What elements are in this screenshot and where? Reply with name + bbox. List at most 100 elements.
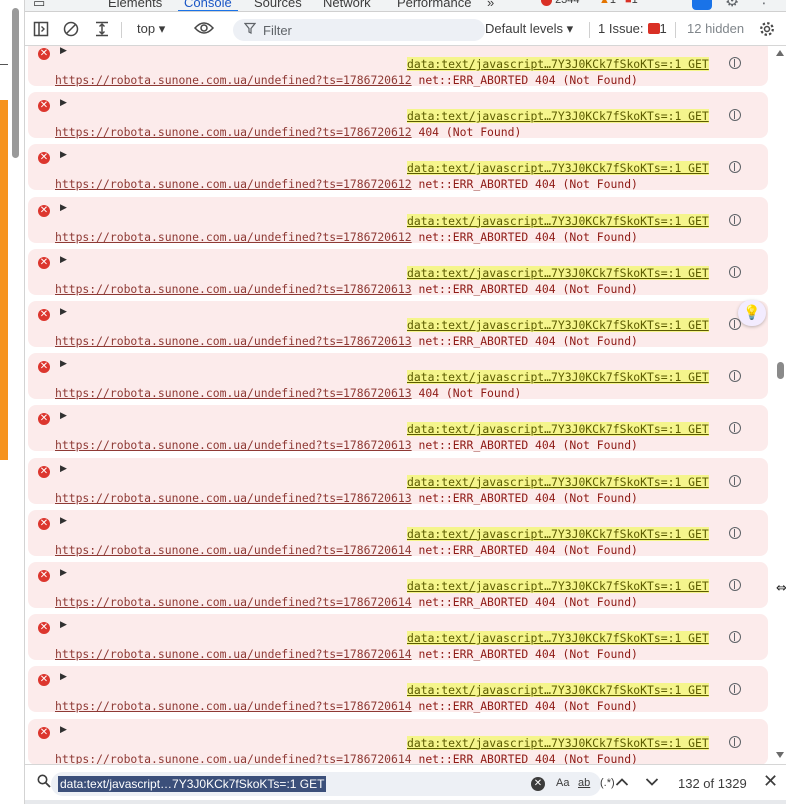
expand-arrow-icon[interactable]: ▶ — [60, 98, 67, 108]
console-error-message[interactable]: ✕ ▶ data:text/javascript…7Y3J0KCk7fSkoKTs=… — [28, 353, 768, 400]
network-request-icon[interactable] — [729, 57, 741, 69]
request-url-link[interactable]: https://robota.sunone.com.ua/undefined?t… — [55, 699, 412, 713]
messages-scrollbar[interactable] — [775, 46, 786, 764]
console-error-message[interactable]: ✕ ▶ data:text/javascript…7Y3J0KCk7fSkoKTs=… — [28, 301, 768, 348]
network-request-icon[interactable] — [729, 526, 741, 539]
expand-arrow-icon[interactable]: ▶ — [60, 464, 67, 474]
console-error-message[interactable]: ✕ ▶ data:text/javascript…7Y3J0KCk7fSkoKTs=… — [28, 46, 768, 87]
search-input[interactable]: data:text/javascript…7Y3J0KCk7fSkoKTs=:1… — [51, 772, 615, 796]
network-request-icon[interactable] — [729, 265, 741, 278]
expand-arrow-icon[interactable]: ▶ — [60, 255, 67, 265]
issue-counter[interactable]: ■1 — [625, 0, 638, 6]
request-url-link[interactable]: https://robota.sunone.com.ua/undefined?t… — [55, 752, 412, 764]
message-source-link[interactable]: data:text/javascript…7Y3J0KCk7fSkoKTs=:1… — [407, 109, 709, 124]
expand-arrow-icon[interactable]: ▶ — [60, 725, 67, 735]
message-source-link[interactable]: data:text/javascript…7Y3J0KCk7fSkoKTs=:1… — [407, 318, 709, 332]
network-request-icon[interactable] — [729, 213, 741, 226]
expand-arrow-icon[interactable]: ▶ — [60, 359, 67, 369]
request-url-link[interactable]: https://robota.sunone.com.ua/undefined?t… — [55, 334, 412, 348]
network-request-icon[interactable] — [729, 370, 741, 383]
message-source-link[interactable]: data:text/javascript…7Y3J0KCk7fSkoKTs=:1… — [407, 683, 709, 698]
expand-arrow-icon[interactable]: ▶ — [60, 568, 67, 578]
tab-sources[interactable]: Sources — [254, 0, 302, 10]
regex-button[interactable]: (.*) — [600, 777, 615, 789]
request-url-link[interactable]: https://robota.sunone.com.ua/undefined?t… — [55, 438, 412, 452]
tab-network[interactable]: Network — [323, 0, 371, 10]
error-counter[interactable]: 2344 — [541, 0, 580, 6]
message-source-link[interactable]: data:text/javascript…7Y3J0KCk7fSkoKTs=:1… — [407, 265, 709, 280]
issues-button[interactable]: 1 Issue: 1 — [598, 21, 667, 36]
request-url-link[interactable]: https://robota.sunone.com.ua/undefined?t… — [55, 647, 412, 661]
expand-arrow-icon[interactable]: ▶ — [60, 203, 67, 213]
console-error-message[interactable]: ✕ ▶ data:text/javascript…7Y3J0KCk7fSkoKTs=… — [28, 248, 768, 296]
next-match-icon[interactable] — [645, 772, 659, 791]
console-error-message[interactable]: ✕ ▶ data:text/javascript…7Y3J0KCk7fSkoKTs=… — [28, 457, 768, 505]
match-case-button[interactable]: Aa — [556, 777, 569, 789]
context-selector[interactable]: top ▾ — [137, 21, 165, 37]
eye-icon[interactable] — [193, 21, 215, 39]
scroll-down-arrow-icon[interactable] — [776, 752, 784, 758]
console-error-message[interactable]: ✕ ▶ data:text/javascript…7Y3J0KCk7fSkoKTs=… — [28, 509, 768, 557]
scrollbar-thumb[interactable] — [777, 362, 784, 379]
more-tabs-icon[interactable]: » — [487, 0, 494, 10]
message-source-link[interactable]: data:text/javascript…7Y3J0KCk7fSkoKTs=:1… — [407, 735, 709, 750]
console-error-message[interactable]: ✕ ▶ data:text/javascript…7Y3J0KCk7fSkoKTs=… — [28, 92, 768, 139]
network-request-icon[interactable] — [729, 631, 741, 644]
message-source-link[interactable]: data:text/javascript…7Y3J0KCk7fSkoKTs=:1… — [407, 474, 709, 489]
expand-arrow-icon[interactable]: ▶ — [60, 411, 67, 421]
request-url-link[interactable]: https://robota.sunone.com.ua/undefined?t… — [55, 595, 412, 609]
network-request-icon[interactable] — [729, 422, 741, 435]
request-url-link[interactable]: https://robota.sunone.com.ua/undefined?t… — [55, 543, 412, 557]
message-source-link[interactable]: data:text/javascript…7Y3J0KCk7fSkoKTs=:1… — [407, 57, 709, 71]
scroll-up-arrow-icon[interactable] — [776, 50, 784, 56]
settings-gear-icon[interactable]: ⚙ — [725, 0, 739, 10]
message-source-link[interactable]: data:text/javascript…7Y3J0KCk7fSkoKTs=:1… — [407, 161, 709, 176]
console-error-message[interactable]: ✕ ▶ data:text/javascript…7Y3J0KCk7fSkoKTs=… — [28, 144, 768, 191]
message-source-link[interactable]: data:text/javascript…7Y3J0KCk7fSkoKTs=:1… — [407, 579, 709, 593]
chat-icon[interactable] — [692, 0, 712, 10]
close-search-icon[interactable]: ✕ — [763, 771, 778, 792]
expand-arrow-icon[interactable]: ▶ — [60, 150, 67, 160]
console-error-message[interactable]: ✕ ▶ data:text/javascript…7Y3J0KCk7fSkoKTs=… — [28, 562, 768, 609]
console-error-message[interactable]: ✕ ▶ data:text/javascript…7Y3J0KCk7fSkoKTs=… — [28, 405, 768, 452]
network-request-icon[interactable] — [729, 735, 741, 748]
more-options-icon[interactable]: ⋮ — [757, 0, 771, 7]
request-url-link[interactable]: https://robota.sunone.com.ua/undefined?t… — [55, 282, 412, 296]
network-request-icon[interactable] — [729, 109, 741, 122]
filter-box[interactable] — [233, 19, 485, 41]
message-source-link[interactable]: data:text/javascript…7Y3J0KCk7fSkoKTs=:1… — [407, 526, 709, 541]
network-request-icon[interactable] — [729, 161, 741, 174]
message-source-link[interactable]: data:text/javascript…7Y3J0KCk7fSkoKTs=:1… — [407, 631, 709, 646]
message-source-link[interactable]: data:text/javascript…7Y3J0KCk7fSkoKTs=:1… — [407, 422, 709, 437]
console-settings-gear-icon[interactable] — [758, 21, 776, 39]
page-scrollbar[interactable] — [12, 8, 19, 158]
console-messages[interactable]: ✕ ▶ data:text/javascript…7Y3J0KCk7fSkoKTs=… — [25, 46, 786, 764]
request-url-link[interactable]: https://robota.sunone.com.ua/undefined?t… — [55, 73, 412, 87]
sidebar-toggle-icon[interactable] — [32, 21, 50, 39]
network-request-icon[interactable] — [729, 579, 741, 591]
message-source-link[interactable]: data:text/javascript…7Y3J0KCk7fSkoKTs=:1… — [407, 213, 709, 228]
request-url-link[interactable]: https://robota.sunone.com.ua/undefined?t… — [55, 230, 412, 244]
console-error-message[interactable]: ✕ ▶ data:text/javascript…7Y3J0KCk7fSkoKTs=… — [28, 666, 768, 713]
tab-performance[interactable]: Performance — [397, 0, 471, 10]
expand-arrow-icon[interactable]: ▶ — [60, 672, 67, 682]
clear-search-icon[interactable]: ✕ — [531, 777, 545, 791]
request-url-link[interactable]: https://robota.sunone.com.ua/undefined?t… — [55, 177, 412, 191]
request-url-link[interactable]: https://robota.sunone.com.ua/undefined?t… — [55, 386, 412, 400]
network-request-icon[interactable] — [729, 474, 741, 487]
device-icon[interactable]: ▭ — [33, 0, 45, 11]
expand-arrow-icon[interactable]: ▶ — [60, 516, 67, 526]
log-levels-dropdown[interactable]: Default levels ▾ — [485, 21, 573, 37]
expand-arrow-icon[interactable]: ▶ — [60, 307, 67, 317]
request-url-link[interactable]: https://robota.sunone.com.ua/undefined?t… — [55, 125, 412, 139]
network-request-icon[interactable] — [729, 683, 741, 696]
previous-match-icon[interactable] — [615, 772, 629, 791]
expand-arrow-icon[interactable]: ▶ — [60, 620, 67, 630]
warning-counter[interactable]: ▲1 — [599, 0, 616, 6]
filter-input[interactable] — [263, 21, 473, 39]
tab-elements[interactable]: Elements — [108, 0, 162, 10]
ai-assistance-icon[interactable]: 💡 — [738, 300, 766, 326]
message-source-link[interactable]: data:text/javascript…7Y3J0KCk7fSkoKTs=:1… — [407, 370, 709, 385]
console-error-message[interactable]: ✕ ▶ data:text/javascript…7Y3J0KCk7fSkoKTs=… — [28, 614, 768, 661]
tab-console[interactable]: Console — [178, 0, 238, 11]
